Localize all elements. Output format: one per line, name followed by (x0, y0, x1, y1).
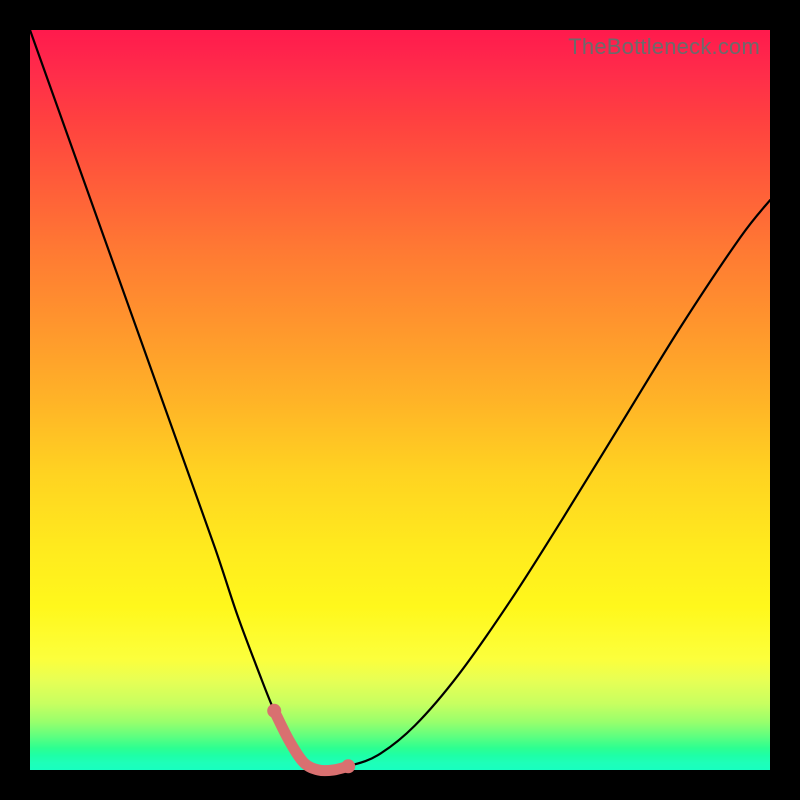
optimal-range-highlight (274, 711, 348, 771)
highlight-endpoint (267, 704, 281, 718)
bottleneck-curve (30, 30, 770, 771)
plot-area: TheBottleneck.com (30, 30, 770, 770)
curve-layer (30, 30, 770, 770)
highlight-endpoint (341, 759, 355, 773)
chart-frame: TheBottleneck.com (0, 0, 800, 800)
